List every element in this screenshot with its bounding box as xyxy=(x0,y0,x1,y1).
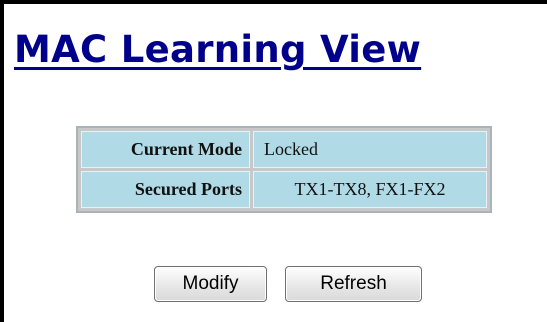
page-title: MAC Learning View xyxy=(14,28,422,71)
secured-ports-value: TX1-TX8, FX1-FX2 xyxy=(253,171,487,208)
secured-ports-label: Secured Ports xyxy=(81,171,250,208)
table-row-current-mode: Current Mode Locked xyxy=(81,131,487,168)
table-row-secured-ports: Secured Ports TX1-TX8, FX1-FX2 xyxy=(81,171,487,208)
current-mode-label: Current Mode xyxy=(81,131,250,168)
mac-learning-table: Current Mode Locked Secured Ports TX1-TX… xyxy=(76,126,492,213)
page-frame: MAC Learning View Current Mode Locked Se… xyxy=(0,0,547,322)
refresh-button[interactable]: Refresh xyxy=(285,266,422,302)
modify-button[interactable]: Modify xyxy=(154,266,267,302)
current-mode-value: Locked xyxy=(253,131,487,168)
